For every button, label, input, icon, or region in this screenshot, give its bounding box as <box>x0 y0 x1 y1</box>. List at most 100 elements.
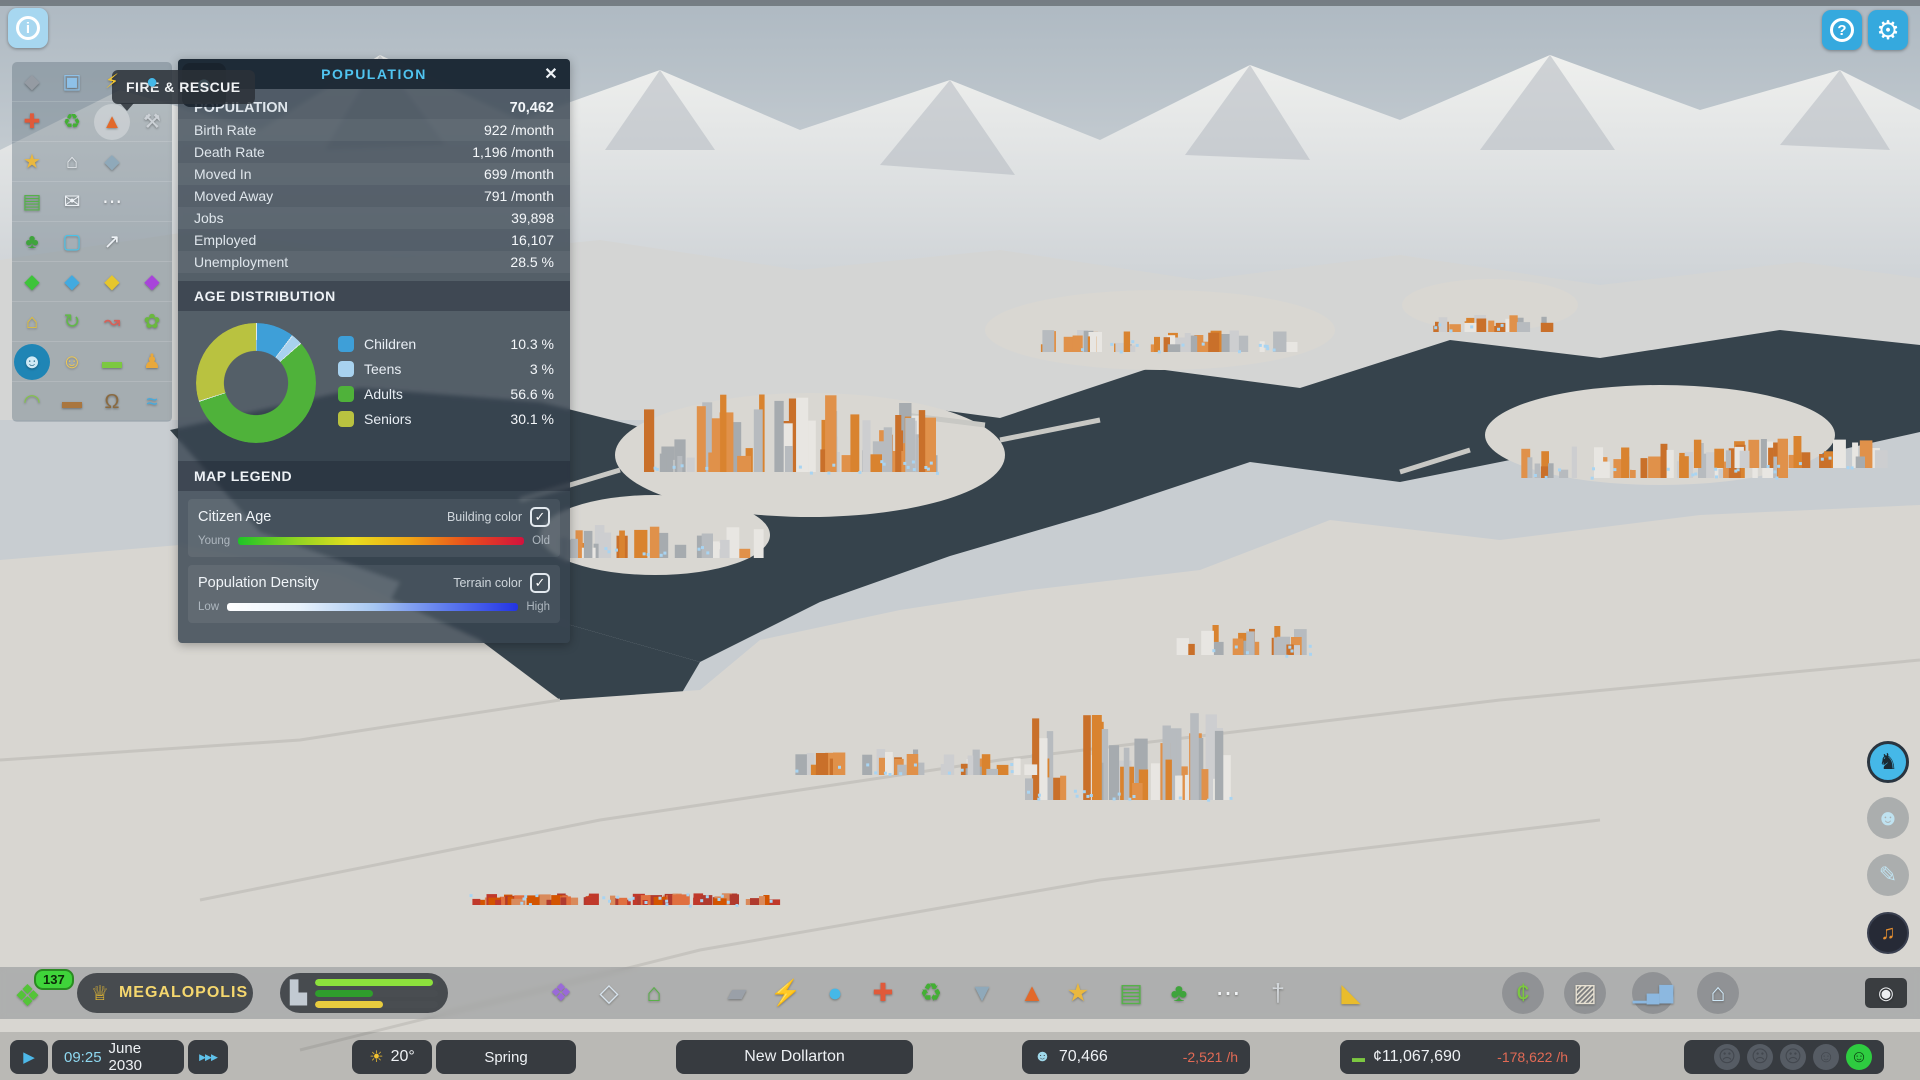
communications-tool-icon[interactable]: ⋯ <box>1204 967 1252 1019</box>
roads-icon[interactable]: ◆ <box>12 62 52 102</box>
terrain-icon[interactable]: ◠ <box>12 382 52 422</box>
fire-rescue-tool-icon[interactable]: ▲ <box>1008 967 1056 1019</box>
milestone-progress-button[interactable]: ❖ 137 <box>14 971 66 1015</box>
age-value: 56.6 % <box>510 386 554 402</box>
city-progress-button[interactable]: ▙ <box>280 973 448 1013</box>
play-pause-button[interactable]: ▶ <box>10 1040 48 1074</box>
help-button[interactable]: ? <box>1822 10 1862 50</box>
map-legend-card-title: Citizen Age <box>198 509 271 525</box>
stat-label: Moved Away <box>194 188 273 204</box>
gradient-bar <box>227 603 518 611</box>
sidebar-row: ▤✉⋯ <box>12 182 172 222</box>
city-info-icon[interactable]: ⌂ <box>1694 967 1742 1019</box>
zone-office-icon[interactable]: ◆ <box>132 262 172 302</box>
vehicles-icon[interactable]: ▣ <box>52 62 92 102</box>
citizens-button[interactable]: ☻ <box>1866 796 1910 840</box>
economy-icon[interactable]: ¢ <box>1499 967 1547 1019</box>
gradient-bar <box>238 537 524 545</box>
police-tool-icon[interactable]: ★ <box>1054 967 1102 1019</box>
parks-icon[interactable]: ♣ <box>12 222 52 262</box>
stat-value: 70,462 <box>510 100 554 116</box>
statistics-icon[interactable]: ▁▄▇ <box>1629 967 1677 1019</box>
settings-button[interactable]: ⚙ <box>1868 10 1908 50</box>
education-icon[interactable]: ◆ <box>92 142 132 182</box>
parks-tool-icon[interactable]: ♣ <box>1155 967 1203 1019</box>
sidebar-row: ⌂↻↝✿ <box>12 302 172 342</box>
districts-icon[interactable]: ◇ <box>585 967 633 1019</box>
transit-map-icon[interactable]: ▨ <box>1561 967 1609 1019</box>
photo-mode-icon[interactable]: ◉ <box>1862 967 1910 1019</box>
population-stats: POPULATION70,462Birth Rate922 /monthDeat… <box>178 89 570 273</box>
noise-icon[interactable]: Ω <box>92 382 132 422</box>
stat-row: Birth Rate922 /month <box>178 119 570 141</box>
transportation-icon[interactable]: ▤ <box>12 182 52 222</box>
speed-control[interactable]: ▶▶▶ <box>188 1040 228 1074</box>
age-swatch <box>338 336 354 352</box>
landscaping-tool-icon[interactable]: † <box>1254 967 1302 1019</box>
zone-commercial-icon[interactable]: ◆ <box>52 262 92 302</box>
tourism-icon[interactable]: ▢ <box>52 222 92 262</box>
communications-icon[interactable]: ⋯ <box>92 182 132 222</box>
age-swatch <box>338 386 354 402</box>
police-icon[interactable]: ★ <box>12 142 52 182</box>
electricity-icon[interactable]: ⚡ <box>92 62 132 102</box>
mail-icon[interactable]: ✉ <box>52 182 92 222</box>
groundwater-icon[interactable]: ≈ <box>132 382 172 422</box>
journal-button[interactable]: ✎ <box>1866 853 1910 897</box>
money-icon[interactable]: ▬ <box>92 342 132 382</box>
age-value: 3 % <box>530 361 554 377</box>
electricity-tool-icon[interactable]: ⚡ <box>762 967 810 1019</box>
population-icon[interactable]: ☻ <box>12 342 52 382</box>
top-edge <box>0 0 1920 6</box>
milestone-name: MEGALOPOLIS <box>119 984 248 1002</box>
stat-value: 28.5 % <box>510 254 554 270</box>
checkbox[interactable]: ✓ <box>530 507 550 527</box>
color-toggle-label: Terrain color <box>453 576 522 590</box>
administration-icon[interactable]: ⌂ <box>52 142 92 182</box>
checkbox[interactable]: ✓ <box>530 573 550 593</box>
water-icon[interactable]: ● <box>132 62 172 102</box>
education-tool-icon[interactable]: ▼ <box>958 967 1006 1019</box>
soil-icon[interactable]: ▬ <box>52 382 92 422</box>
population-display[interactable]: ☻ 70,466 -2,521 /h <box>1022 1040 1250 1074</box>
chirper-button[interactable]: ♞ <box>1866 740 1910 784</box>
sidebar-row: ♣▢↗ <box>12 222 172 262</box>
money-value: ¢11,067,690 <box>1373 1048 1461 1066</box>
healthcare-icon[interactable]: ✚ <box>12 102 52 142</box>
milestone-button[interactable]: ♕ MEGALOPOLIS <box>77 973 253 1013</box>
money-display[interactable]: ▬ ¢11,067,690 -178,622 /h <box>1340 1040 1580 1074</box>
fire-rescue-icon[interactable]: ▲ <box>92 102 132 142</box>
agriculture-icon[interactable]: ✿ <box>132 302 172 342</box>
routes-icon[interactable]: ↗ <box>92 222 132 262</box>
happiness-icon[interactable]: ☺ <box>52 342 92 382</box>
bulldozer-icon[interactable]: ◣ <box>1327 967 1375 1019</box>
transportation-tool-icon[interactable]: ▤ <box>1107 967 1155 1019</box>
panel-title: POPULATION <box>321 66 427 82</box>
stat-label: Birth Rate <box>194 122 256 138</box>
garbage-icon[interactable]: ♻ <box>52 102 92 142</box>
map-legend-cards: Citizen AgeBuilding color✓YoungOldPopula… <box>178 491 570 643</box>
workers-icon[interactable]: ♟ <box>132 342 172 382</box>
population-panel: ☻ POPULATION ✕ POPULATION70,462Birth Rat… <box>178 59 570 643</box>
map-legend-card: Population DensityTerrain color✓LowHigh <box>188 565 560 623</box>
gradient-min-label: Low <box>198 601 219 613</box>
water-tool-icon[interactable]: ● <box>811 967 859 1019</box>
garbage-tool-icon[interactable]: ♻ <box>907 967 955 1019</box>
close-button[interactable]: ✕ <box>540 63 562 85</box>
zoning-icon[interactable]: ❖ <box>537 967 585 1019</box>
maintenance-icon[interactable]: ⚒ <box>132 102 172 142</box>
roads-tool-icon[interactable]: ▰ <box>713 967 761 1019</box>
infoview-button[interactable]: i <box>8 8 48 48</box>
season-label: Spring <box>484 1049 527 1066</box>
sidebar-empty-cell <box>132 222 172 262</box>
happiness-meter[interactable]: ☹☹☹☺☺ <box>1684 1040 1884 1074</box>
households-icon[interactable]: ⌂ <box>12 302 52 342</box>
radio-button[interactable]: ♫ <box>1866 911 1910 955</box>
city-map-icon[interactable]: ↻ <box>52 302 92 342</box>
zone-residential-icon[interactable]: ◆ <box>12 262 52 302</box>
happy-face-icon: ☹ <box>1747 1044 1773 1070</box>
zone-industrial-icon[interactable]: ◆ <box>92 262 132 302</box>
healthcare-tool-icon[interactable]: ✚ <box>859 967 907 1019</box>
areas-icon[interactable]: ⌂ <box>630 967 678 1019</box>
trends-icon[interactable]: ↝ <box>92 302 132 342</box>
